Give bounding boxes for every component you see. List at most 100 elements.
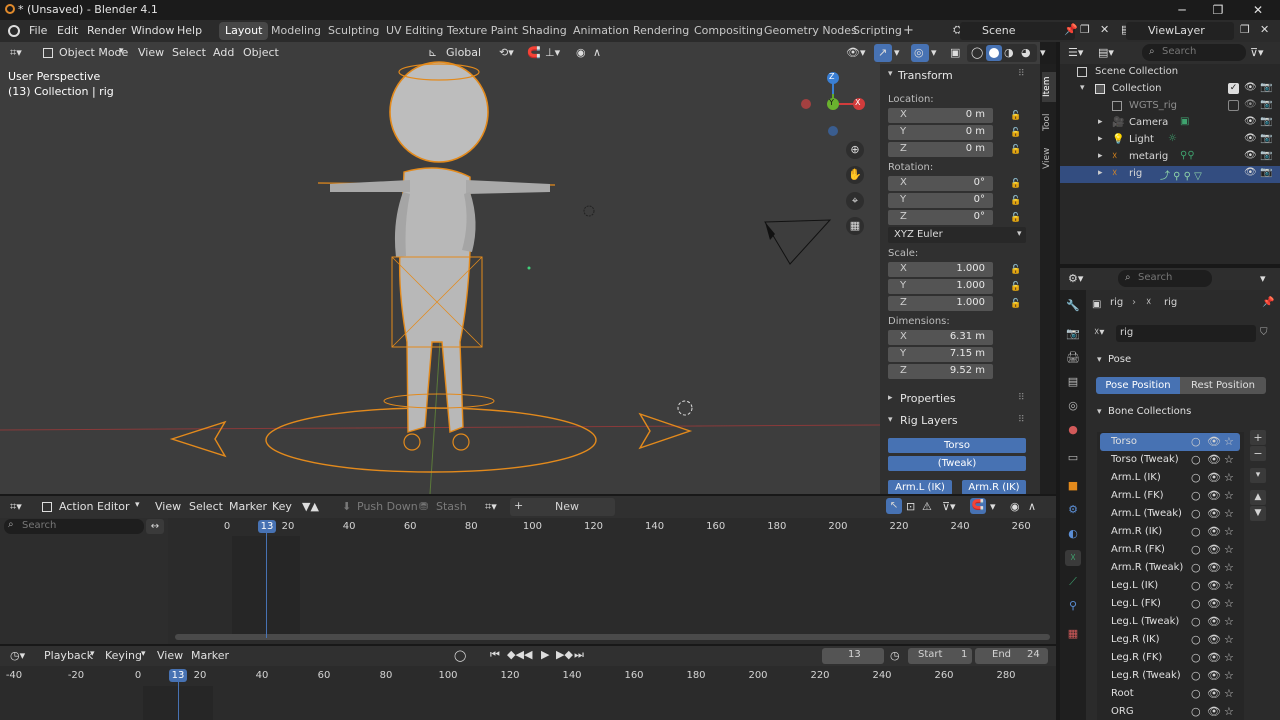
transform-drag-handle-icon[interactable]: ⠿ [1018,69,1025,79]
star-icon[interactable]: ☆ [1224,597,1234,610]
assigned-dot-icon[interactable]: ○ [1191,543,1201,556]
stash-button[interactable]: Stash [436,500,467,513]
properties-search-input[interactable]: ⌕ Search [1118,270,1212,287]
tab-shading[interactable]: Shading [516,22,573,40]
collection-tab-icon[interactable]: ▭ [1065,450,1081,466]
eye-icon[interactable]: 👁 [1244,133,1257,144]
properties-options-icon[interactable]: ▾ [1260,272,1266,285]
action-menu-select[interactable]: Select [189,500,223,513]
checkbox-icon[interactable] [1228,100,1239,111]
pose-position-button[interactable]: Pose Position [1096,377,1180,394]
action-browse-icon[interactable]: ⌗▾ [485,500,497,514]
bone-collections-collapse-icon[interactable]: ▾ [1097,407,1102,417]
eye-icon[interactable]: 👁 [1207,507,1221,520]
rig-layer-tweak-button[interactable]: (Tweak) [888,456,1026,471]
dimensions-z-field[interactable]: Z 9.52 m [888,364,993,379]
auto-keying-icon[interactable]: ◯ [454,649,466,662]
menu-edit[interactable]: Edit [57,24,78,37]
lock-icon[interactable]: 🔓 [1010,111,1021,121]
object-tab-icon[interactable]: ■ [1065,478,1081,494]
rig-layers-expand-icon[interactable]: ▾ [888,415,893,425]
menu-object[interactable]: Object [243,46,279,59]
new-scene-icon[interactable]: ❐ [1080,23,1090,36]
action-scrollbar[interactable] [175,634,1050,640]
pin-scene-icon[interactable]: 📌 [1064,23,1078,36]
rig-layers-drag-handle-icon[interactable]: ⠿ [1018,415,1025,425]
menu-add[interactable]: Add [213,46,234,59]
star-icon[interactable]: ☆ [1224,543,1234,556]
pose-collapse-icon[interactable]: ▾ [1097,355,1102,365]
lock-icon[interactable]: 🔓 [1010,179,1021,189]
assigned-dot-icon[interactable]: ○ [1191,615,1201,628]
rest-position-button[interactable]: Rest Position [1180,377,1266,394]
scale-x-field[interactable]: X 1.000 [888,262,993,277]
outliner-row[interactable]: Scene Collection [1060,64,1280,81]
filter-icon[interactable]: ⊽▾ [942,500,956,513]
perspective-toggle-icon[interactable]: ▦ [846,217,864,235]
outliner-row[interactable]: ▸ 🎥 Camera ▣ 👁 📷 [1060,115,1280,132]
star-icon[interactable]: ☆ [1224,507,1234,520]
area-divider[interactable] [1056,42,1060,720]
action-menu-view[interactable]: View [155,500,181,513]
proportional-edit-icon[interactable]: ◉ [1010,500,1020,513]
rotation-mode-dropdown[interactable]: XYZ Euler [888,227,1026,243]
eye-icon[interactable]: 👁 [1207,471,1221,484]
snap-target-icon[interactable]: ⊥▾ [545,46,560,59]
minimize-button[interactable]: ─ [1174,2,1190,18]
tab-compositing[interactable]: Compositing [688,22,769,40]
eye-icon[interactable]: 👁 [1244,150,1257,161]
assigned-dot-icon[interactable]: ○ [1191,651,1201,664]
assigned-dot-icon[interactable]: ○ [1191,489,1201,502]
overlay-dropdown-icon[interactable]: ▾ [931,46,937,59]
action-current-frame-indicator[interactable]: 13 [258,520,276,533]
camera-render-icon[interactable]: 📷 [1260,82,1272,93]
end-frame-field[interactable]: End 24 [975,648,1048,664]
properties-drag-handle-icon[interactable]: ⠿ [1018,393,1025,403]
action-menu-key[interactable]: Key [272,500,292,513]
eye-icon[interactable]: 👁 [1207,489,1221,502]
lock-icon[interactable]: 🔓 [1010,196,1021,206]
star-icon[interactable]: ☆ [1224,435,1234,448]
pivot-icon[interactable]: ⟲▾ [499,46,514,59]
properties-editor-type-icon[interactable]: ⚙▾ [1068,272,1083,285]
star-icon[interactable]: ☆ [1224,687,1234,700]
outliner-row[interactable]: WGTS_rig 👁 📷 [1060,98,1280,115]
tab-texture-paint[interactable]: Texture Paint [441,22,524,40]
layer-dropdown-icon[interactable]: ▼▲ [302,500,319,513]
star-icon[interactable]: ☆ [1224,453,1234,466]
zoom-icon[interactable]: ⊕ [846,141,864,159]
menu-window[interactable]: Window [131,24,174,37]
tab-rendering[interactable]: Rendering [627,22,695,40]
rig-layer-torso-button[interactable]: Torso [888,438,1026,453]
camera-view-icon[interactable]: ⌖ [846,192,864,210]
star-icon[interactable]: ☆ [1224,615,1234,628]
start-frame-field[interactable]: Start 1 [908,648,972,664]
dopesheet-editor-type-icon[interactable]: ⌗▾ [10,500,22,514]
rotation-y-field[interactable]: Y 0° [888,193,993,208]
menu-view[interactable]: View [138,46,164,59]
eye-icon[interactable]: 👁 [1207,651,1221,664]
camera-render-icon[interactable]: 📷 [1260,116,1272,127]
star-icon[interactable]: ☆ [1224,669,1234,682]
preview-range-icon[interactable]: ◷ [890,649,900,662]
menu-help[interactable]: Help [177,24,202,37]
fake-user-shield-icon[interactable]: ⛉ [1260,327,1268,338]
assigned-dot-icon[interactable]: ○ [1191,669,1201,682]
new-action-button[interactable]: + New [510,498,615,516]
falloff-icon[interactable]: ∧ [1028,500,1036,513]
area-divider[interactable] [0,644,1056,646]
star-icon[interactable]: ☆ [1224,489,1234,502]
timeline-editor-type-icon[interactable]: ◷▾ [10,649,25,662]
scene-tab-icon[interactable]: ◎ [1065,398,1081,414]
assigned-dot-icon[interactable]: ○ [1191,507,1201,520]
expand-icon[interactable]: ▸ [1098,151,1103,161]
assigned-dot-icon[interactable]: ○ [1191,471,1201,484]
errors-icon[interactable]: ⚠ [922,500,932,513]
rotation-z-field[interactable]: Z 0° [888,210,993,225]
camera-render-icon[interactable]: 📷 [1260,167,1272,178]
push-down-button[interactable]: Push Down [357,500,418,513]
jump-end-icon[interactable]: ⏭ [574,648,584,662]
maximize-button[interactable]: ❐ [1210,2,1226,18]
rig-layer-arm-l-ik-button[interactable]: Arm.L (IK) [888,480,952,495]
new-view-layer-icon[interactable]: ❐ [1240,23,1250,36]
